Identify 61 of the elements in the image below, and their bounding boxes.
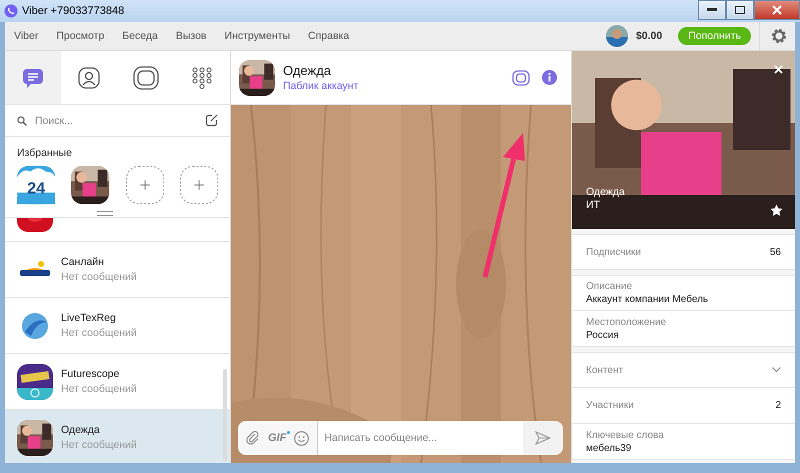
field-value: Россия — [586, 330, 619, 340]
info-icon[interactable] — [542, 70, 557, 85]
conversation-subtitle: Паблик аккаунт — [283, 80, 358, 92]
public-accounts-icon — [132, 66, 159, 90]
viber-logo-icon — [4, 4, 18, 18]
menu-item[interactable]: Беседа — [113, 30, 167, 42]
add-favorite-icon[interactable] — [126, 165, 164, 205]
message-composer[interactable]: GIF Написать сообщение... — [238, 421, 563, 455]
paperclip-icon[interactable] — [246, 431, 260, 445]
smiley-icon[interactable] — [294, 430, 310, 446]
field-label: Подписчики — [586, 246, 642, 258]
menu-item[interactable]: Справка — [299, 30, 358, 42]
field-value: 56 — [770, 246, 781, 258]
chat-name: Одежда — [61, 424, 101, 436]
field-value: Аккаунт компании Мебель — [586, 294, 708, 305]
minimize-button[interactable] — [698, 0, 726, 20]
menu-item[interactable]: Инструменты — [216, 30, 299, 42]
compose-icon[interactable] — [205, 114, 218, 127]
public-accounts-icon[interactable] — [512, 70, 530, 86]
expandable-section[interactable]: Контент — [572, 352, 795, 388]
scrollbar[interactable] — [223, 369, 227, 461]
field-label: Ключевые слова — [586, 430, 664, 440]
chat-list-item[interactable]: Санлайн Нет сообщений — [5, 242, 230, 298]
field-label: Описание — [586, 281, 632, 292]
menu-item[interactable]: Вызов — [166, 30, 216, 42]
chat-preview: Нет сообщений — [61, 327, 137, 339]
menu-item[interactable]: Просмотр — [47, 30, 114, 42]
menu-item[interactable]: Viber — [5, 30, 48, 42]
chat-preview: Нет сообщений — [61, 439, 137, 451]
maximize-icon — [735, 6, 745, 14]
chat-preview: Нет сообщений — [61, 271, 137, 283]
field-label: Местоположение — [586, 316, 666, 328]
chat-list-item[interactable]: LiveTexReg Нет сообщений — [5, 298, 230, 354]
settings-icon[interactable] — [770, 27, 788, 45]
send-icon[interactable] — [535, 431, 551, 445]
chevron-down-icon — [772, 367, 781, 373]
resize-handle[interactable] — [96, 211, 112, 216]
section-title: Избранные — [16, 146, 73, 161]
field-value: мебель39 — [586, 442, 632, 454]
window-title: Viber +79033773848 — [22, 5, 124, 17]
conversation-name: Одежда — [283, 63, 332, 78]
contact-icon — [77, 66, 102, 90]
search-icon — [17, 116, 27, 126]
field-value: 2 — [775, 400, 781, 411]
chat-list-item[interactable]: Одежда Нет сообщений — [5, 410, 230, 463]
futurescope-logo-icon — [17, 364, 53, 400]
dialpad-icon — [192, 66, 212, 88]
search-field[interactable]: Поиск... — [5, 105, 230, 137]
nav-tab[interactable] — [5, 51, 62, 104]
close-icon — [772, 5, 782, 15]
close-button[interactable] — [754, 0, 800, 20]
minimize-icon — [707, 8, 717, 12]
maximize-button[interactable] — [726, 0, 754, 20]
chat-name: LiveTexReg — [61, 312, 117, 324]
chat-name: Санлайн — [61, 256, 105, 268]
search-input[interactable]: Поиск... — [33, 114, 199, 128]
chat-name: Futurescope — [61, 368, 120, 380]
balance: $0.00 — [636, 30, 664, 42]
chat-preview: Нет сообщений — [61, 383, 137, 395]
field-label: Участники — [586, 400, 634, 411]
add-favorite-icon[interactable] — [180, 165, 218, 205]
